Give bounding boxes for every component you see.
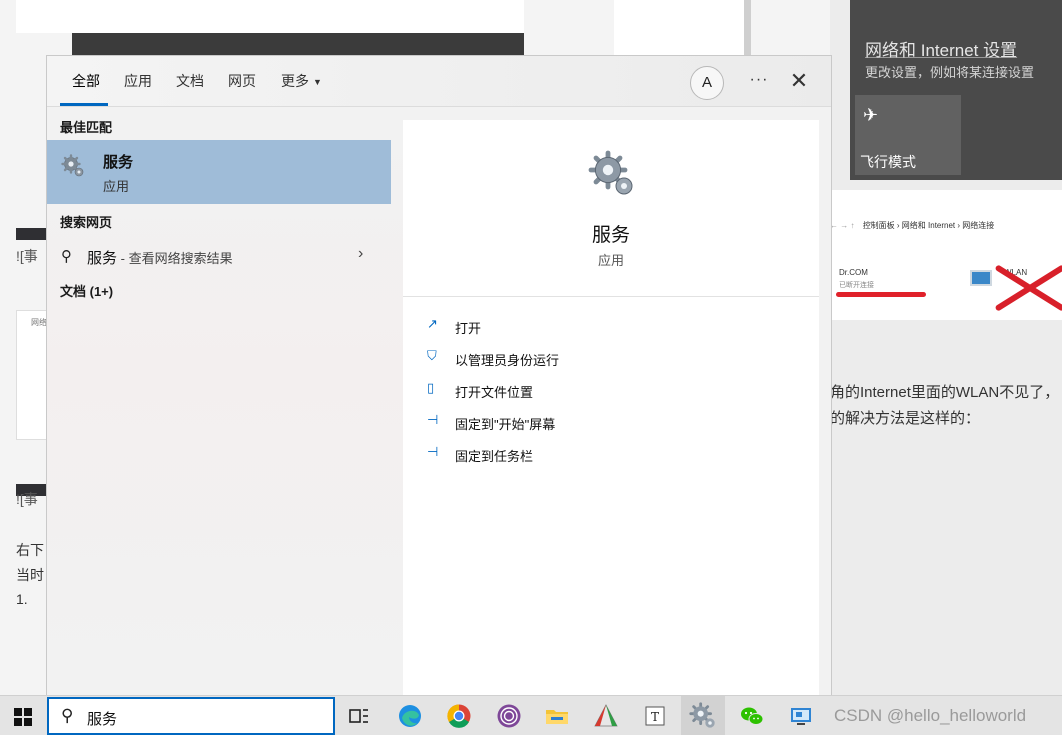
detail-subtitle: 应用 — [597, 253, 624, 268]
chevron-down-icon: ▼ — [313, 77, 322, 87]
article-fragment: ![事 — [16, 248, 38, 264]
file-location-icon: ▯ — [427, 380, 435, 395]
start-button[interactable] — [14, 708, 32, 726]
shield-icon: ⛉ — [427, 348, 437, 363]
article-text: 角的Internet里面的WLAN不见了， — [830, 384, 1060, 401]
airplane-icon: ✈ — [863, 105, 879, 125]
web-search-item[interactable]: ⚲ 服务 - 查看网络搜索结果 › — [47, 242, 391, 272]
article-fragment: 1. — [16, 591, 28, 607]
connection-status: 已断开连接 — [839, 282, 874, 289]
chrome-icon[interactable] — [445, 702, 473, 730]
watermark: CSDN @hello_helloworld — [834, 706, 1027, 725]
best-match-title: 服务 — [103, 154, 134, 171]
svg-text:T: T — [651, 710, 659, 724]
network-quick-settings: 网络和 Internet 设置 更改设置，例如将某连接设置 ✈ 飞行模式 — [850, 0, 1062, 180]
article-fragment: 当时 — [16, 567, 44, 583]
pin-icon: ⊣ — [427, 444, 439, 459]
tab-more[interactable]: 更多 ▼ — [281, 71, 322, 91]
tab-web[interactable]: 网页 — [228, 71, 256, 91]
edge-icon[interactable] — [396, 702, 424, 730]
airplane-mode-tile[interactable]: ✈ 飞行模式 — [855, 95, 961, 175]
search-flyout: 全部 应用 文档 网页 更多 ▼ A ··· ✕ 最佳匹配 服务 应用 搜索网页… — [46, 55, 832, 696]
web-search-hint: - 查看网络搜索结果 — [117, 251, 233, 266]
services-gear-icon[interactable] — [689, 702, 717, 730]
tab-all[interactable]: 全部 — [72, 71, 100, 91]
open-icon: ↗ — [427, 316, 438, 331]
file-explorer-icon[interactable] — [543, 702, 571, 730]
search-icon: ⚲ — [61, 706, 74, 725]
monitor-icon — [970, 270, 992, 286]
detail-title: 服务 — [591, 225, 630, 246]
network-settings-link[interactable]: 网络和 Internet 设置 — [865, 36, 1017, 61]
services-gear-icon — [61, 154, 84, 177]
remote-desktop-icon[interactable] — [787, 702, 815, 730]
best-match-heading: 最佳匹配 — [60, 120, 113, 135]
services-gear-icon — [588, 150, 633, 195]
detail-pane: 服务 应用 ↗ 打开 ⛉ 以管理员身份运行 ▯ 打开文件位置 ⊣ 固定到"开始"… — [403, 120, 819, 696]
article-fragment: 右下 — [16, 542, 44, 558]
article-fragment: ![事 — [16, 491, 38, 507]
close-button[interactable]: ✕ — [787, 66, 811, 96]
red-underline-annotation — [836, 292, 926, 297]
article-header — [16, 0, 524, 33]
tab-apps[interactable]: 应用 — [124, 71, 152, 91]
taskbar-search-input[interactable]: ⚲ 服务 — [47, 697, 335, 735]
avatar[interactable]: A — [690, 66, 724, 100]
results-pane: 最佳匹配 服务 应用 搜索网页 ⚲ 服务 - 查看网络搜索结果 › 文档 (1+… — [47, 108, 403, 696]
article-text: 的解决方法是这样的： — [830, 410, 981, 427]
divider — [403, 296, 819, 297]
more-options-button[interactable]: ··· — [747, 66, 771, 96]
best-match-subtitle: 应用 — [103, 179, 130, 194]
network-settings-subtitle: 更改设置，例如将某连接设置 — [865, 65, 1035, 80]
pin-icon: ⊣ — [427, 412, 439, 427]
active-tab-indicator — [60, 103, 108, 106]
web-search-query: 服务 — [87, 250, 118, 267]
search-tabs: 全部 应用 文档 网页 更多 ▼ A ··· ✕ — [47, 56, 831, 107]
taskbar: ⚲ 服务 T CSDN @hello_helloworld — [0, 695, 1062, 735]
article-image-border — [16, 228, 48, 240]
tor-icon[interactable] — [495, 702, 523, 730]
wechat-icon[interactable] — [738, 702, 766, 730]
connection-name: Dr.COM — [839, 268, 868, 277]
article-thumbnail: 网络 — [16, 310, 48, 440]
app-icon[interactable] — [592, 702, 620, 730]
web-search-heading: 搜索网页 — [60, 215, 113, 230]
article-panel — [614, 0, 750, 55]
text-app-icon[interactable]: T — [641, 702, 669, 730]
best-match-item[interactable]: 服务 应用 — [47, 140, 391, 204]
documents-heading[interactable]: 文档 (1+) — [60, 281, 113, 300]
thumbnail-label: 网络 — [31, 318, 47, 327]
scrollbar-strip — [744, 0, 751, 55]
search-icon: ⚲ — [61, 248, 72, 265]
task-view-icon[interactable] — [345, 702, 373, 730]
network-connections-screenshot: ← → ↑ 控制面板 › 网络和 Internet › 网络连接 Dr.COM … — [830, 190, 1062, 320]
article-dark-bar — [72, 33, 524, 55]
breadcrumb: ← → ↑ 控制面板 › 网络和 Internet › 网络连接 — [830, 221, 995, 230]
chevron-right-icon: › — [358, 245, 364, 262]
search-value: 服务 — [87, 711, 118, 728]
airplane-mode-label: 飞行模式 — [860, 154, 916, 170]
tab-documents[interactable]: 文档 — [176, 71, 204, 91]
